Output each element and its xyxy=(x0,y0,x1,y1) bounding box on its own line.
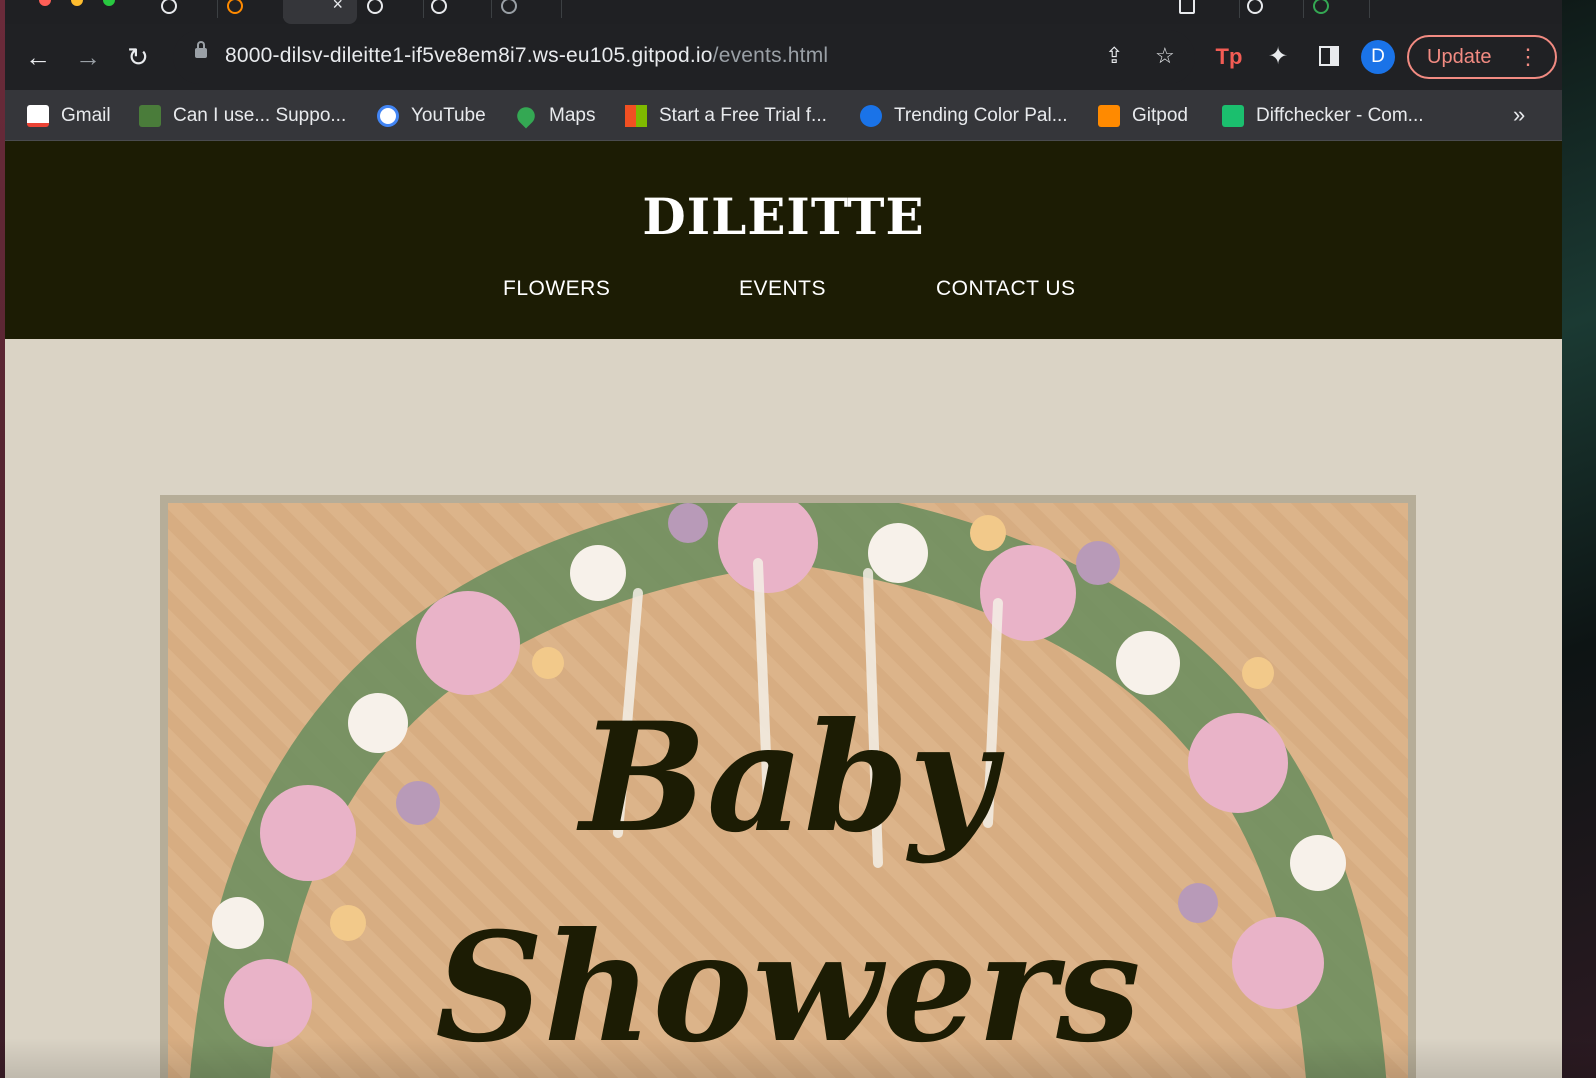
update-label: Update xyxy=(1427,46,1492,68)
hero-heading-line1: Baby xyxy=(579,690,996,866)
bookmarks-bar: Gmail Can I use... Suppo... YouTube Maps… xyxy=(5,90,1562,141)
url-text[interactable]: 8000-dilsv-dileitte1-if5ve8em8i7.ws-eu10… xyxy=(225,44,828,68)
address-bar[interactable]: 8000-dilsv-dileitte1-if5ve8em8i7.ws-eu10… xyxy=(173,30,1195,84)
browser-window: × ← → ↻ 8000-dilsv-dileitte1-if5ve8em8i7… xyxy=(5,0,1562,1078)
gmail-icon xyxy=(27,105,49,127)
bookmark-label: YouTube xyxy=(411,105,486,126)
extension-tp-icon[interactable]: Tp xyxy=(1212,40,1246,74)
hero-image: Baby Showers xyxy=(168,503,1408,1078)
bookmark-gmail[interactable]: Gmail xyxy=(27,104,111,128)
reload-button[interactable]: ↻ xyxy=(121,40,155,74)
bookmark-diffchecker[interactable]: Diffchecker - Com... xyxy=(1222,104,1424,128)
hero-heading-line2: Showers xyxy=(435,900,1141,1076)
back-button[interactable]: ← xyxy=(21,40,55,74)
web-page: DILEITTE FLOWERS EVENTS CONTACT US Baby … xyxy=(5,141,1562,1078)
site-header: DILEITTE FLOWERS EVENTS CONTACT US xyxy=(5,141,1562,339)
caniuse-icon xyxy=(139,105,161,127)
bookmark-label: Trending Color Pal... xyxy=(894,105,1068,126)
bookmark-gitpod[interactable]: Gitpod xyxy=(1098,104,1188,128)
nav-link-events[interactable]: EVENTS xyxy=(739,277,826,301)
extensions-puzzle-icon[interactable]: ✦ xyxy=(1261,40,1295,74)
bookmark-maps[interactable]: Maps xyxy=(513,103,596,129)
side-panel-icon[interactable] xyxy=(1319,46,1339,66)
bookmark-coolors[interactable]: Trending Color Pal... xyxy=(860,104,1068,128)
diffchecker-icon xyxy=(1222,105,1244,127)
bookmark-label: Can I use... Suppo... xyxy=(173,105,347,126)
bookmark-youtube[interactable]: YouTube xyxy=(377,104,486,128)
lock-icon[interactable] xyxy=(195,41,207,58)
microsoft-icon xyxy=(625,105,647,127)
profile-avatar[interactable]: D xyxy=(1361,40,1395,74)
bookmark-label: Gmail xyxy=(61,105,111,126)
share-icon[interactable]: ⇪ xyxy=(1105,43,1123,69)
update-button[interactable]: Update ⋮ xyxy=(1407,35,1557,79)
bookmark-microsoft[interactable]: Start a Free Trial f... xyxy=(625,104,827,128)
bookmark-label: Maps xyxy=(549,105,596,126)
bookmark-label: Diffchecker - Com... xyxy=(1256,105,1424,126)
forward-button[interactable]: → xyxy=(71,40,105,74)
desktop-background-right xyxy=(1562,0,1596,1078)
coolors-icon xyxy=(860,105,882,127)
site-logo[interactable]: DILEITTE xyxy=(5,187,1562,246)
google-icon xyxy=(377,105,399,127)
nav-link-flowers[interactable]: FLOWERS xyxy=(503,277,610,301)
bookmark-caniuse[interactable]: Can I use... Suppo... xyxy=(139,104,346,128)
url-path: /events.html xyxy=(712,44,829,67)
hero-frame: Baby Showers xyxy=(160,495,1416,1078)
bookmark-label: Gitpod xyxy=(1132,105,1188,126)
toolbar: ← → ↻ 8000-dilsv-dileitte1-if5ve8em8i7.w… xyxy=(5,0,1562,90)
url-host: 8000-dilsv-dileitte1-if5ve8em8i7.ws-eu10… xyxy=(225,44,713,67)
menu-dots-icon[interactable]: ⋮ xyxy=(1517,37,1539,77)
gitpod-icon xyxy=(1098,105,1120,127)
bookmarks-overflow-button[interactable]: » xyxy=(1513,102,1525,128)
bookmark-star-icon[interactable]: ☆ xyxy=(1155,43,1175,69)
bookmark-label: Start a Free Trial f... xyxy=(659,105,827,126)
nav-link-contact[interactable]: CONTACT US xyxy=(936,277,1076,301)
maps-icon xyxy=(513,103,539,129)
